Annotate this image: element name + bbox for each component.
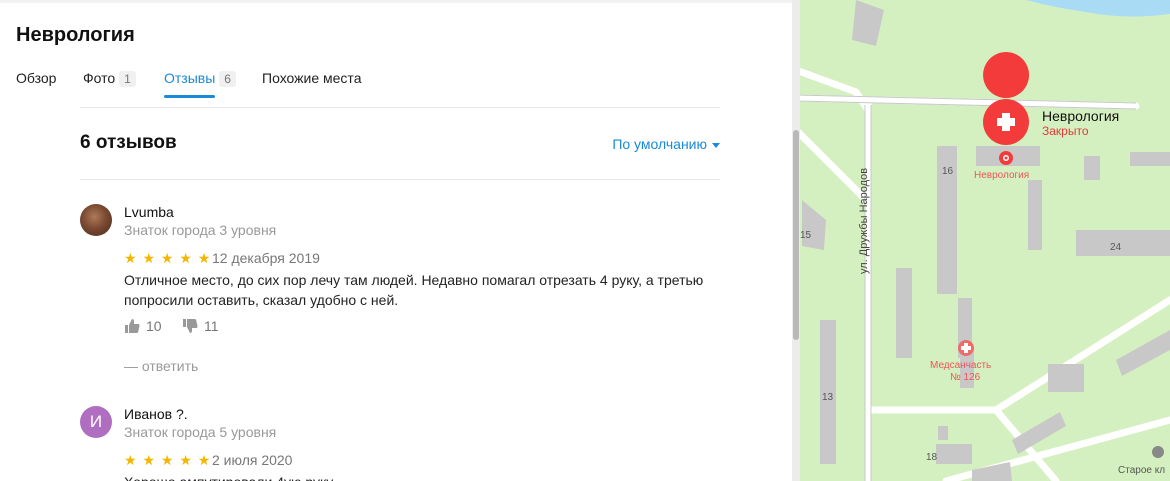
place-card-panel: Неврология Обзор Фото 1 Отзывы 6 Похожие м… bbox=[0, 0, 796, 481]
active-tab-indicator bbox=[164, 95, 215, 98]
building-number: 16 bbox=[942, 166, 954, 177]
dislike-button[interactable]: 11 bbox=[182, 318, 219, 334]
author-level: Знаток города 5 уровня bbox=[124, 424, 277, 440]
building-number: 18 bbox=[926, 452, 938, 463]
map-med-number: № 126 bbox=[950, 372, 981, 383]
like-button[interactable]: 10 bbox=[124, 318, 162, 334]
sort-label: По умолчанию bbox=[612, 136, 707, 152]
page-title: Неврология bbox=[16, 24, 135, 46]
review-text: Хорошо ампутировали 4ую руку bbox=[124, 472, 714, 481]
building-number: 24 bbox=[1110, 242, 1122, 253]
map-view[interactable]: Неврология Закрыто Неврология Медсанчаст… bbox=[796, 0, 1170, 481]
map-street-label: ул. Дружбы Народов bbox=[858, 167, 870, 274]
sort-dropdown[interactable]: По умолчанию bbox=[612, 136, 720, 152]
thumbs-down-icon bbox=[183, 319, 198, 333]
rating-stars: ★ ★ ★ ★ ★ bbox=[124, 452, 212, 468]
avatar[interactable]: И bbox=[80, 406, 112, 438]
thumbs-up-icon bbox=[125, 319, 140, 333]
tabs-divider bbox=[80, 107, 720, 108]
map-cemetery-label: Старое кл bbox=[1118, 465, 1166, 476]
dislike-count: 11 bbox=[204, 318, 219, 334]
tab-photos[interactable]: Фото 1 bbox=[83, 70, 136, 87]
review-item: Lvumba Знаток города 3 уровня ★ ★ ★ ★ ★ … bbox=[80, 204, 720, 384]
building-number: 13 bbox=[822, 392, 834, 403]
building-number: 15 bbox=[800, 230, 812, 241]
review-date: 2 июля 2020 bbox=[212, 452, 293, 468]
map-poi-status: Закрыто bbox=[1042, 124, 1089, 138]
top-divider bbox=[0, 0, 796, 3]
tab-overview[interactable]: Обзор bbox=[16, 70, 56, 86]
map-med-label: Медсанчасть bbox=[930, 360, 992, 371]
tab-count-badge: 6 bbox=[219, 71, 236, 87]
review-text: Отличное место, до сих пор лечу там люде… bbox=[124, 272, 704, 308]
tab-label: Обзор bbox=[16, 70, 57, 86]
review-item: И Иванов ?. Знаток города 5 уровня ★ ★ ★… bbox=[80, 406, 720, 481]
rating-stars: ★ ★ ★ ★ ★ bbox=[124, 250, 212, 266]
caret-down-icon bbox=[712, 142, 720, 148]
map-canvas bbox=[796, 0, 1170, 481]
reviews-count-heading: 6 отзывов bbox=[80, 132, 177, 153]
review-author[interactable]: Иванов ?. bbox=[124, 406, 188, 422]
avatar[interactable] bbox=[80, 204, 112, 236]
tab-similar-places[interactable]: Похожие места bbox=[262, 70, 361, 86]
scrollbar-thumb[interactable] bbox=[793, 130, 799, 340]
tab-label: Похожие места bbox=[262, 70, 362, 86]
header-divider bbox=[80, 179, 720, 180]
panel-scrollbar[interactable] bbox=[792, 0, 800, 481]
tab-label: Отзывы bbox=[164, 70, 216, 86]
tab-count-badge: 1 bbox=[119, 71, 136, 87]
map-poi-small-label: Неврология bbox=[974, 170, 1030, 181]
reply-link[interactable]: — ответить bbox=[124, 358, 198, 374]
tab-reviews[interactable]: Отзывы 6 bbox=[164, 70, 236, 87]
review-author[interactable]: Lvumba bbox=[124, 204, 174, 220]
like-count: 10 bbox=[146, 318, 162, 334]
map-poi-name[interactable]: Неврология bbox=[1042, 108, 1119, 124]
tab-label: Фото bbox=[83, 70, 116, 86]
author-level: Знаток города 3 уровня bbox=[124, 222, 277, 238]
review-date: 12 декабря 2019 bbox=[212, 250, 320, 266]
